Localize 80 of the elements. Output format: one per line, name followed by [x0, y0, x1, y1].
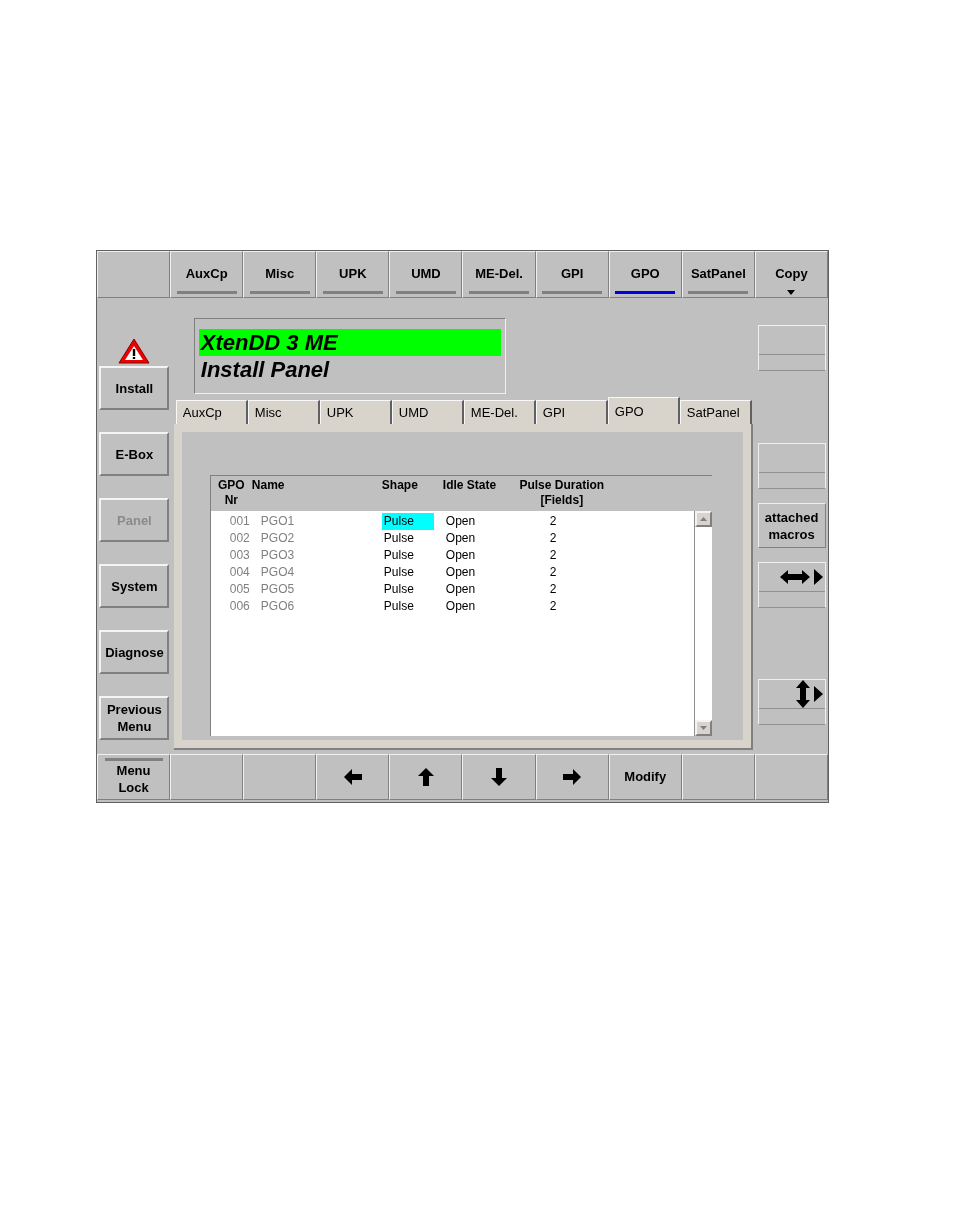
- double-arrow-icon: [779, 570, 810, 584]
- panel-tab[interactable]: Misc: [247, 400, 320, 424]
- table-cell-text: PGO6: [259, 598, 296, 615]
- subtitle: Install Panel: [199, 356, 331, 384]
- table-cell-text: 2: [548, 581, 558, 598]
- table-cell-text: Open: [444, 547, 477, 564]
- top-menu-tab[interactable]: AuxCp: [170, 251, 244, 298]
- double-arrow-icon: [795, 680, 810, 708]
- warning-icon: [117, 337, 152, 365]
- table-cell-text: 003: [228, 547, 251, 564]
- top-menu-tab[interactable]: SatPanel: [681, 251, 755, 298]
- attached-macros-button[interactable]: attached macros: [757, 503, 826, 548]
- side-menu-button[interactable]: Install: [99, 366, 170, 410]
- scroll-down-icon: [699, 726, 707, 730]
- table-cell-text: 2: [548, 564, 558, 581]
- copy-button[interactable]: Copy: [754, 251, 828, 298]
- panel-tab[interactable]: ME-Del.: [463, 400, 536, 424]
- top-menu-tab[interactable]: Misc: [243, 251, 317, 298]
- table-cell-text: 001: [228, 513, 251, 530]
- table-cell-text: 2: [548, 513, 558, 530]
- caret-icon: [787, 289, 796, 295]
- table-cell-text: 2: [548, 547, 558, 564]
- arrow-button[interactable]: [389, 754, 463, 800]
- panel-tab[interactable]: GPI: [535, 400, 608, 424]
- side-menu-button[interactable]: Diagnose: [99, 630, 170, 674]
- panel-tab[interactable]: GPO: [607, 397, 680, 424]
- column-header: GPO Nr: [216, 478, 246, 509]
- scrollbar[interactable]: [693, 511, 712, 736]
- empty-panel: [757, 325, 826, 371]
- column-header: Shape: [381, 478, 419, 494]
- top-menu-tab[interactable]: UMD: [389, 251, 463, 298]
- table-cell[interactable]: Pulse: [381, 581, 434, 598]
- table-cell[interactable]: Pulse: [381, 513, 434, 530]
- empty-panel: [757, 443, 826, 489]
- table-cell[interactable]: Pulse: [381, 530, 434, 547]
- side-menu-button[interactable]: E-Box: [99, 432, 170, 476]
- table-cell-text: 2: [548, 530, 558, 547]
- side-menu-button[interactable]: Previous Menu: [99, 696, 170, 740]
- top-menu-tab[interactable]: ME-Del.: [462, 251, 536, 298]
- table-cell-text: Open: [444, 564, 477, 581]
- table-cell-text: Open: [444, 513, 477, 530]
- right-triangle-icon: [813, 569, 823, 585]
- table-cell-text: 002: [228, 530, 251, 547]
- top-menu-tab[interactable]: UPK: [316, 251, 390, 298]
- top-menu-tab[interactable]: GPI: [535, 251, 609, 298]
- side-menu-button[interactable]: System: [99, 564, 170, 608]
- table-cell-text: 006: [228, 598, 251, 615]
- table-cell-text: PGO1: [259, 513, 296, 530]
- table-cell-text: 2: [548, 598, 558, 615]
- panel-tab[interactable]: AuxCp: [175, 400, 248, 424]
- arrow-button[interactable]: [462, 754, 536, 800]
- table-cell-text: PGO4: [259, 564, 296, 581]
- vertical-scroll-button[interactable]: [757, 679, 826, 725]
- table-cell[interactable]: Pulse: [381, 564, 434, 581]
- column-header: Idle State: [442, 478, 498, 494]
- panel-tab[interactable]: SatPanel: [679, 400, 752, 424]
- scroll-up-icon: [699, 517, 707, 521]
- table-cell[interactable]: Pulse: [381, 547, 434, 564]
- modify-button[interactable]: Modify: [608, 754, 682, 800]
- table-cell-text: PGO5: [259, 581, 296, 598]
- top-menu-tab[interactable]: GPO: [608, 251, 682, 298]
- horizontal-scroll-button[interactable]: [757, 562, 826, 608]
- arrow-button[interactable]: [535, 754, 609, 800]
- table-cell-text: Open: [444, 530, 477, 547]
- right-triangle-icon: [813, 686, 823, 702]
- table-cell-text: PGO2: [259, 530, 296, 547]
- table-cell-text: 004: [228, 564, 251, 581]
- column-header: Name: [251, 478, 286, 494]
- table-cell-text: PGO3: [259, 547, 296, 564]
- table-cell-text: Open: [444, 581, 477, 598]
- table-cell[interactable]: Pulse: [381, 598, 434, 615]
- column-header: Pulse Duration [Fields]: [518, 478, 606, 509]
- arrow-icon: [561, 766, 584, 788]
- arrow-button[interactable]: [316, 754, 390, 800]
- panel-tab[interactable]: UPK: [319, 400, 392, 424]
- table-cell-text: Open: [444, 598, 477, 615]
- panel-tab[interactable]: UMD: [391, 400, 464, 424]
- menu-lock-button[interactable]: Menu Lock: [97, 754, 171, 800]
- title-bar: XtenDD 3 ME: [198, 329, 501, 356]
- table-cell-text: 005: [228, 581, 251, 598]
